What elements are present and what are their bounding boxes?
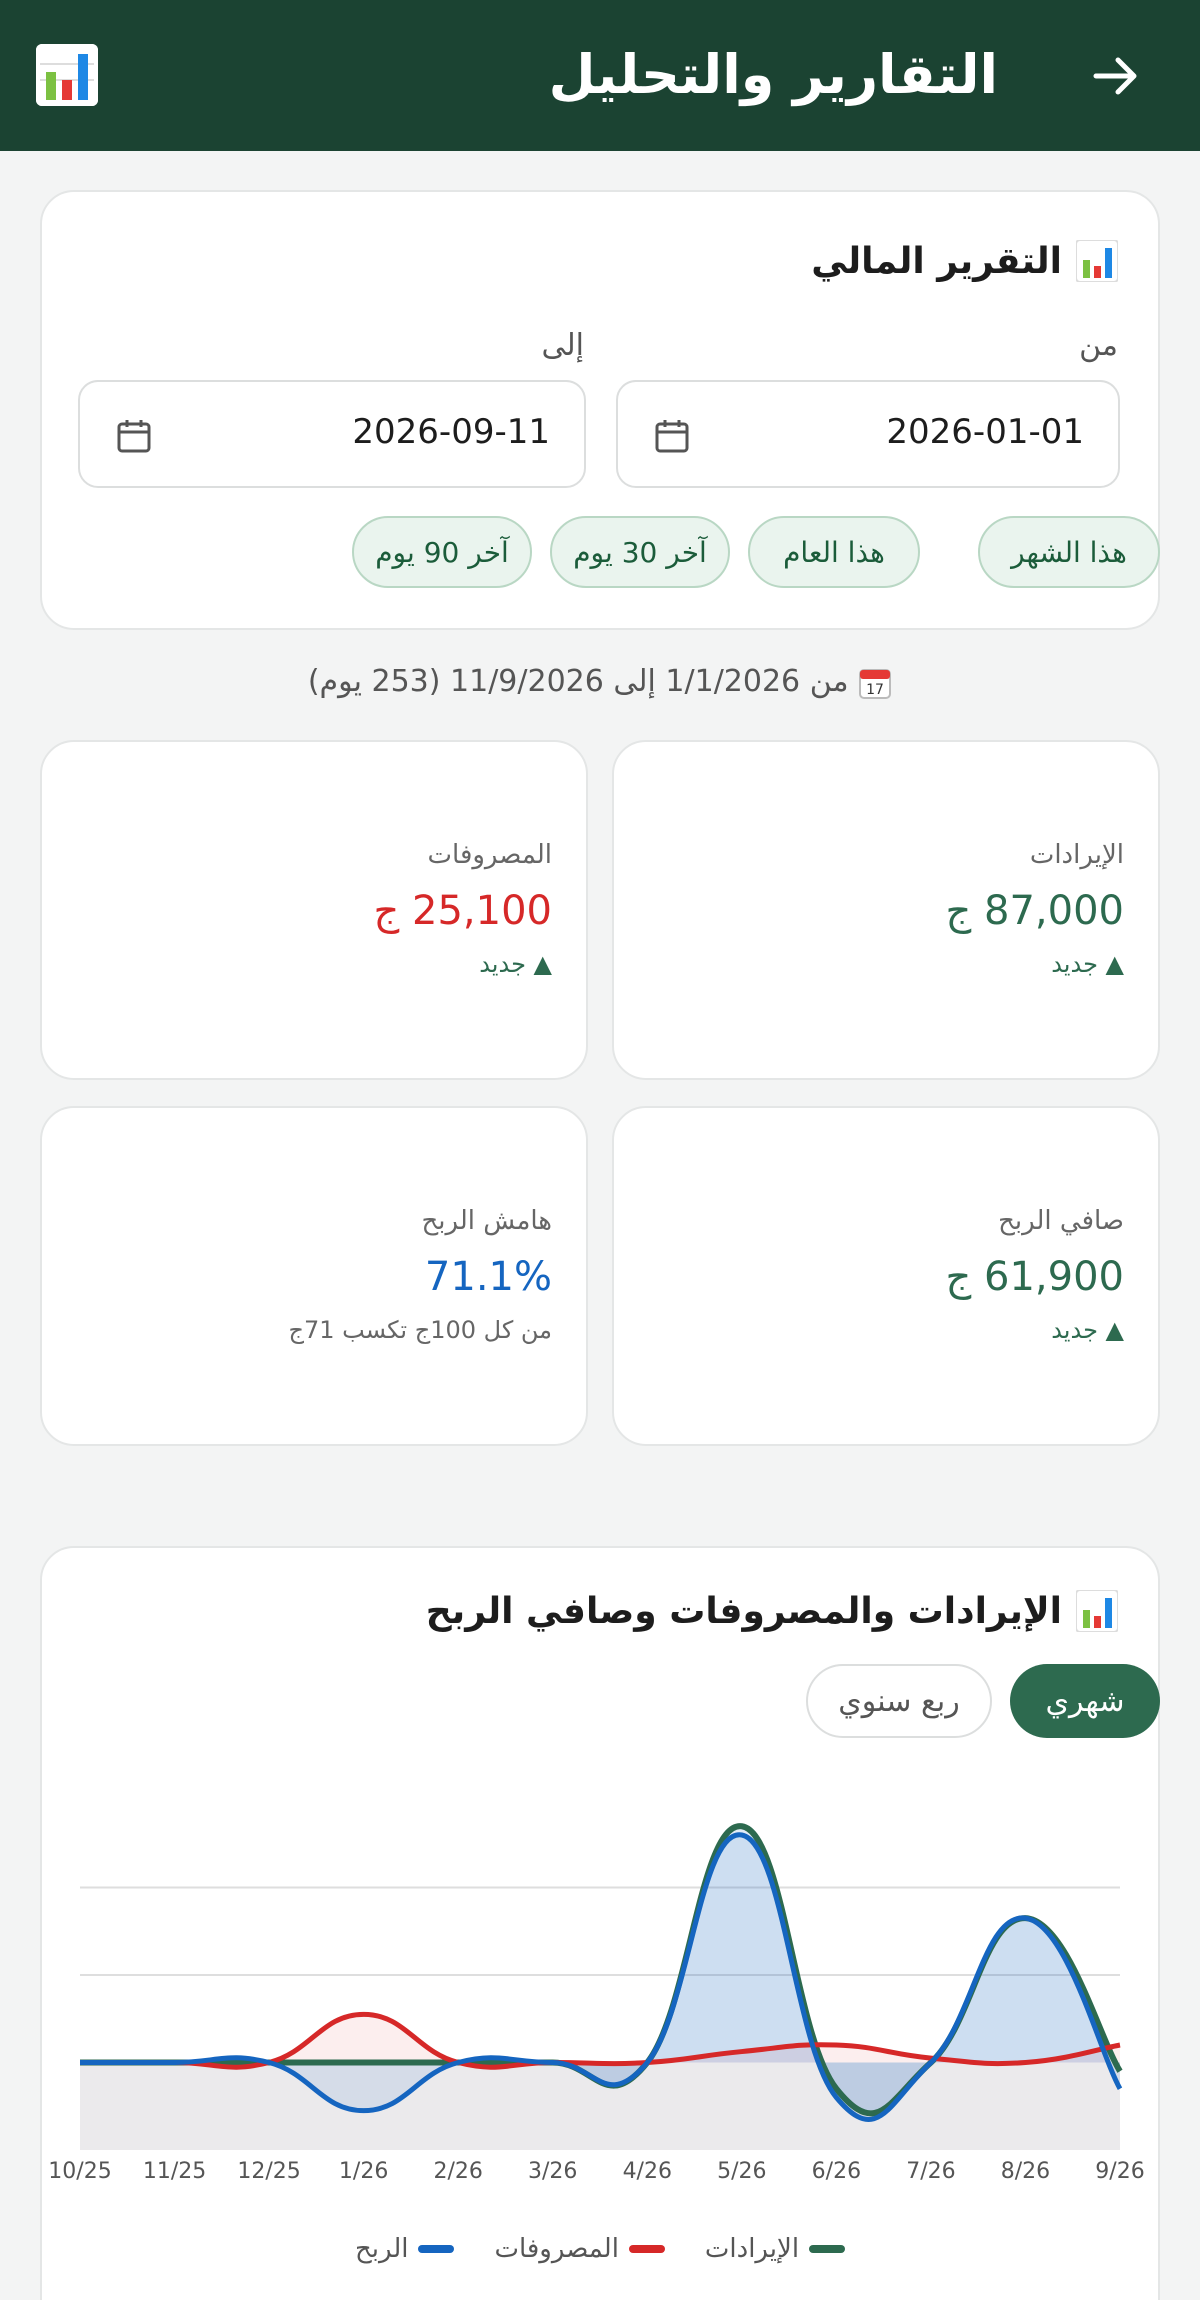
from-date-value: 2026-01-01 <box>886 412 1084 452</box>
date-range-summary: 17 من 1/1/2026 إلى 11/9/2026 (253 يوم) <box>0 664 1200 700</box>
preset-this-month[interactable]: هذا الشهر <box>978 516 1160 588</box>
bar-chart-icon <box>36 44 98 106</box>
report-title-text: التقرير المالي <box>811 240 1062 282</box>
legend-label: الإيرادات <box>704 2234 800 2264</box>
toggle-quarterly[interactable]: ربع سنوي <box>806 1664 992 1738</box>
from-label: من <box>1079 328 1118 363</box>
legend-swatch <box>628 2245 665 2253</box>
back-button[interactable] <box>1084 44 1148 108</box>
arrow-right-icon <box>1093 57 1137 95</box>
calendar-icon: 17 <box>858 666 892 700</box>
kpi-revenue-card: الإيرادات 87,000 ج ▲ جديد <box>612 740 1160 1080</box>
kpi-trend: ▲ جديد <box>1051 1316 1124 1344</box>
preset-last-30-days[interactable]: آخر 30 يوم <box>550 516 730 588</box>
legend-swatch <box>809 2245 846 2253</box>
app-header: التقارير والتحليل <box>0 0 1200 151</box>
legend-item-expenses: المصروفات <box>494 2234 665 2264</box>
legend-label: الربح <box>354 2234 409 2264</box>
bar-chart-icon <box>1076 240 1118 282</box>
kpi-value: 87,000 ج <box>945 888 1124 934</box>
legend-item-profit: الربح <box>355 2234 455 2264</box>
legend-item-revenue: الإيرادات <box>704 2234 846 2264</box>
chart-title: الإيرادات والمصروفات وصافي الربح <box>426 1590 1118 1632</box>
chart-title-text: الإيرادات والمصروفات وصافي الربح <box>425 1590 1062 1632</box>
to-date-value: 2026-09-11 <box>352 412 550 452</box>
legend-swatch <box>418 2245 455 2253</box>
to-date-input[interactable]: 2026-09-11 <box>78 380 586 488</box>
report-title: التقرير المالي <box>811 240 1118 282</box>
kpi-net-profit-card: صافي الربح 61,900 ج ▲ جديد <box>612 1106 1160 1446</box>
kpi-note: من كل 100ج تكسب 71ج <box>288 1316 552 1344</box>
kpi-value: 61,900 ج <box>945 1254 1124 1300</box>
kpi-margin-card: هامش الربح 71.1% من كل 100ج تكسب 71ج <box>40 1106 588 1446</box>
preset-last-90-days[interactable]: آخر 90 يوم <box>352 516 532 588</box>
kpi-label: المصروفات <box>427 840 552 870</box>
calendar-icon <box>117 420 151 453</box>
app-logo <box>36 44 98 106</box>
kpi-trend: ▲ جديد <box>479 950 552 978</box>
kpi-value: 25,100 ج <box>373 888 552 934</box>
chart-card: الإيرادات والمصروفات وصافي الربح <box>40 1546 1160 2300</box>
kpi-label: الإيرادات <box>1029 840 1124 870</box>
calendar-icon <box>655 420 689 453</box>
chart-legend: الإيرادات المصروفات الربح <box>0 2234 1200 2264</box>
from-date-input[interactable]: 2026-01-01 <box>616 380 1120 488</box>
kpi-trend: ▲ جديد <box>1051 950 1124 978</box>
legend-label: المصروفات <box>494 2234 619 2264</box>
svg-text:17: 17 <box>866 682 884 698</box>
to-label: إلى <box>541 328 584 363</box>
kpi-value: 71.1% <box>424 1254 552 1300</box>
bar-chart-icon <box>1076 1590 1118 1632</box>
kpi-label: صافي الربح <box>998 1206 1124 1236</box>
kpi-expenses-card: المصروفات 25,100 ج ▲ جديد <box>40 740 588 1080</box>
toggle-monthly[interactable]: شهري <box>1010 1664 1160 1738</box>
page-title: التقارير والتحليل <box>548 43 998 106</box>
kpi-label: هامش الربح <box>421 1206 552 1236</box>
preset-this-year[interactable]: هذا العام <box>748 516 920 588</box>
date-range-text: من 1/1/2026 إلى 11/9/2026 (253 يوم) <box>307 664 849 699</box>
